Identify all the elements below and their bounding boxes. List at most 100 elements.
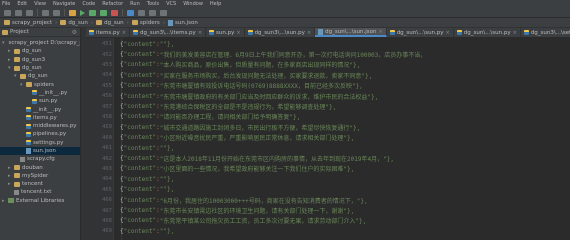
editor-tab[interactable]: dg_sun\...\sun.py × [387,28,454,37]
tree-item-label: sun.py [39,98,58,105]
structure-icon[interactable] [149,9,156,16]
tree-item[interactable]: __init__.py [0,89,80,97]
tree-item[interactable]: ▸ tencent [0,180,80,188]
editor-tab[interactable]: dg_sun\...\sun.json × [315,28,387,37]
menu-item-view[interactable]: View [34,1,46,7]
line-number: 463 [102,165,112,172]
editor-tab[interactable]: dg_sun\...\sun.py × [454,28,521,37]
code-line: 455{"content": "东莞市塘厦镇有效投诉电话号码(0769)8888X… [102,81,570,91]
json-value: "东莞市塘厦镇有效投诉电话号码(0769)8888XXXX，目前已经多次反映"}… [159,83,363,91]
line-number: 458 [102,113,112,120]
json-value: "买家在服务市场购买，后台发现问题无法处理，买家要求退款，卖家不同意"}, [159,72,373,80]
tree-item[interactable]: ▸ douban [0,163,80,171]
menu-item-navigate[interactable]: Navigate [53,1,75,7]
code-editor[interactable]: 451{"content": ""}, 452{"content": "我们的美发美容… [86,38,570,240]
json-value: "东莞市塘厦镇政府的有关部门应当及时回应群众的诉求，维护市民的合法权益"}, [159,93,379,101]
menu-item-file[interactable]: File [2,1,10,7]
json-key: "content" [123,82,157,90]
menu-item-window[interactable]: Window [183,1,203,7]
json-key: "content" [123,40,157,48]
code-line: 468{"content": "东莞常平镇某公司拖欠员工工资，员工多次讨要无果，请… [102,216,570,226]
tree-item-label: scrapy_project D:\scrapy_project [8,40,80,47]
python-file-icon [133,30,138,35]
editor-tab[interactable]: dg_sun3\...\items.py × [130,28,207,37]
menu-item-edit[interactable]: Edit [17,1,27,7]
tree-item[interactable]: pipelines.py [0,130,80,138]
tree-item[interactable]: ▸ External Libraries [0,197,80,205]
coverage-icon[interactable] [100,9,107,16]
breadcrumb-separator: › [126,19,129,26]
code-line: 457{"content": "东莞港综合保税区的全部是不是违规行为，希望能够调查… [102,101,570,111]
breadcrumb-item[interactable]: dg_sun [96,20,124,26]
tree-item[interactable]: ▸ dg_sun [0,47,80,55]
editor-tab[interactable]: dg_sun3\...\settings.py× [521,28,570,37]
editor-tab[interactable]: dg_sun3\...\sun.py × [245,28,316,37]
python-file-icon [32,90,37,96]
menu-item-run[interactable]: Run [130,1,140,7]
close-icon[interactable]: × [198,30,202,36]
close-icon[interactable]: × [307,30,311,36]
close-icon[interactable]: × [122,30,126,36]
project-panel-header[interactable]: Project ⚙ [0,28,80,37]
close-icon[interactable]: × [513,30,517,36]
tree-item[interactable]: ▾ spiders [0,80,80,88]
tree-item-label: dg_sun [28,73,48,80]
close-icon[interactable]: × [378,29,382,35]
sync-icon[interactable] [26,9,33,16]
stop-icon[interactable] [111,9,118,16]
settings-icon[interactable] [138,9,145,16]
editor-tabs: items.py × dg_sun3\...\items.py × sun.py × dg_… [86,28,570,38]
tree-item[interactable]: __init__.py [0,105,80,113]
tree-item[interactable]: sun.py [0,97,80,105]
breadcrumb: scrapy_project › dg_sun › dg_sun › spiders › sun… [0,18,570,28]
tree-item[interactable]: tencent.txt [0,188,80,196]
tree-item[interactable]: settings.py [0,139,80,147]
tree-item[interactable]: ▾ dg_sun [0,64,80,72]
tree-item[interactable]: middlewares.py [0,122,80,130]
open-folder-icon[interactable] [4,9,11,16]
code-line: 452{"content": "我们的美发美容店在管理、6月9日上午我们同意开办，… [102,49,570,59]
close-icon[interactable]: × [236,30,240,36]
close-icon[interactable]: × [446,30,450,36]
menu-item-vcs[interactable]: VCS [166,1,176,7]
menu-item-help[interactable]: Help [210,1,221,7]
forward-icon[interactable] [53,9,60,16]
editor-tab[interactable]: items.py × [86,28,130,37]
text-file-icon [14,189,19,195]
tree-item[interactable]: ▸ mySpider [0,172,80,180]
tree-item[interactable]: scrapy.cfg [0,155,80,163]
text-file-icon [20,156,25,162]
folder-icon [96,20,103,25]
breadcrumb-item[interactable]: spiders [131,20,160,26]
json-key: "content" [123,113,157,121]
run-icon[interactable] [80,9,85,16]
editor-tab[interactable]: sun.py × [206,28,245,37]
editor-tab-label: dg_sun\...\sun.py [463,29,511,36]
folder-icon [20,73,26,79]
chevron-down-icon: ▾ [2,40,5,47]
json-value: ""}, [159,144,175,152]
gear-icon[interactable]: ⚙ [72,29,77,36]
json-key: "content" [123,217,157,225]
tree-item[interactable]: ▾scrapy_project D:\scrapy_project [0,39,80,47]
back-icon[interactable] [42,9,49,16]
menu-item-code[interactable]: Code [82,1,95,7]
code-line: 465{"content": ""}, [102,185,570,195]
tree-item[interactable]: ▾ dg_sun [0,72,80,80]
save-all-icon[interactable] [15,9,22,16]
tree-item[interactable]: sun.json [0,146,80,156]
breadcrumb-item[interactable]: dg_sun [60,20,88,26]
tree-item-label: __init__.py [33,106,62,113]
menu-item-refactor[interactable]: Refactor [102,1,123,7]
menu-item-tools[interactable]: Tools [147,1,159,7]
run-config-icon[interactable] [69,9,76,16]
breadcrumb-item[interactable]: sun.json [167,19,198,26]
breadcrumb-item[interactable]: scrapy_project [4,20,52,26]
vcs-icon[interactable] [127,9,134,16]
folder-icon [14,57,20,63]
debug-icon[interactable] [89,9,96,16]
help-icon[interactable] [160,9,167,16]
tree-item[interactable]: ▸ dg_sun3 [0,56,80,64]
chevron-down-icon: ▾ [8,65,11,72]
tree-item[interactable]: items.py [0,114,80,122]
